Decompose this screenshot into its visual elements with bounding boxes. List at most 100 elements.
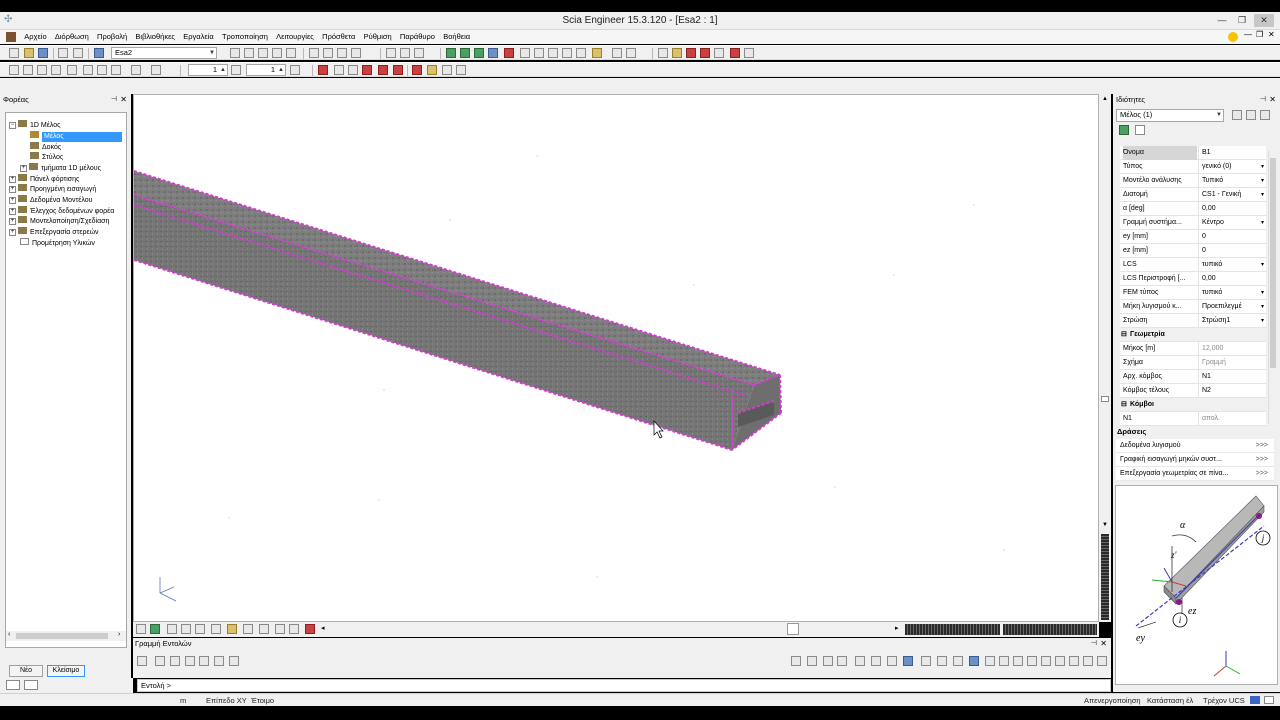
menu-edit[interactable]: Διόρθωση bbox=[52, 30, 92, 44]
scroll-up-icon[interactable]: ▲ bbox=[1102, 96, 1108, 102]
cmd-close-icon[interactable]: ✕ bbox=[1100, 638, 1107, 650]
filter-6-icon[interactable] bbox=[393, 65, 403, 75]
property-group[interactable]: Γεωμετρία ⊟ bbox=[1120, 328, 1266, 342]
property-value[interactable]: 12,000 bbox=[1198, 342, 1264, 356]
action-buckling-data[interactable]: Δεδομένα λυγισμού >>> bbox=[1116, 439, 1274, 453]
cmd-2-icon[interactable] bbox=[155, 656, 165, 666]
snap-10-icon[interactable] bbox=[937, 656, 947, 666]
spin-field-1[interactable]: 1 ▲ bbox=[188, 64, 228, 76]
property-value[interactable]: B1 bbox=[1198, 146, 1264, 160]
property-row[interactable]: Τύπος γενικό (0) ▾ bbox=[1120, 160, 1266, 174]
mdi-minimize-button[interactable]: — bbox=[1244, 30, 1252, 39]
view-3-icon[interactable] bbox=[37, 65, 47, 75]
report-icon[interactable] bbox=[337, 48, 347, 58]
filter-icon[interactable] bbox=[1232, 110, 1242, 120]
select-by-icon[interactable] bbox=[400, 48, 410, 58]
tree-node-beam[interactable]: Δοκός bbox=[30, 142, 61, 152]
snap-20-icon[interactable] bbox=[1083, 656, 1093, 666]
result-3-icon[interactable] bbox=[442, 65, 452, 75]
member-type-icon[interactable] bbox=[1119, 125, 1129, 135]
vt-6-icon[interactable] bbox=[211, 624, 221, 634]
pan-icon[interactable] bbox=[592, 48, 602, 58]
view-11-icon[interactable] bbox=[290, 65, 300, 75]
layout-4-icon[interactable] bbox=[700, 48, 710, 58]
vt-8-icon[interactable] bbox=[243, 624, 253, 634]
props-close-icon[interactable]: ✕ bbox=[1269, 94, 1276, 106]
tree-node-advanced-input[interactable]: + Προηγμένη εισαγωγή bbox=[9, 184, 96, 194]
filter-1-icon[interactable] bbox=[318, 65, 328, 75]
mdi-restore-button[interactable]: ❐ bbox=[1256, 30, 1263, 39]
view-icon[interactable] bbox=[612, 48, 622, 58]
menu-tools[interactable]: Εργαλεία bbox=[180, 30, 216, 44]
speed-slider-2[interactable] bbox=[1003, 624, 1097, 635]
calc-1-icon[interactable] bbox=[446, 48, 456, 58]
hscroll-right-icon[interactable]: ▸ bbox=[895, 624, 899, 632]
zoom-sel-icon[interactable] bbox=[576, 48, 586, 58]
calc-3-icon[interactable] bbox=[474, 48, 484, 58]
model-viewport[interactable] bbox=[133, 94, 1099, 622]
menu-libraries[interactable]: Βιβλιοθήκες bbox=[132, 30, 178, 44]
property-value[interactable]: 0,00 bbox=[1198, 202, 1264, 216]
tree-node-model-data[interactable]: + Δεδομένα Μοντέλου bbox=[9, 195, 92, 205]
view-7-icon[interactable] bbox=[97, 65, 107, 75]
edit-icon[interactable] bbox=[1260, 110, 1270, 120]
close-window-button[interactable]: ✕ bbox=[1254, 14, 1274, 27]
dropdown-arrow-icon[interactable]: ▾ bbox=[1261, 188, 1264, 202]
menu-modify[interactable]: Τροποποίηση bbox=[219, 30, 271, 44]
vt-4-icon[interactable] bbox=[181, 624, 191, 634]
layout-7-icon[interactable] bbox=[744, 48, 754, 58]
vt-arrow-icon[interactable]: ◂ bbox=[321, 624, 325, 632]
vt-9-icon[interactable] bbox=[259, 624, 269, 634]
status-plane[interactable]: Επίπεδο XY bbox=[206, 695, 247, 706]
snap-4-icon[interactable] bbox=[837, 656, 847, 666]
property-row[interactable]: Μοντέλο ανάλυσης Τυπικό ▾ bbox=[1120, 174, 1266, 188]
menu-help[interactable]: Βοήθεια bbox=[440, 30, 473, 44]
vt-7-icon[interactable] bbox=[227, 624, 237, 634]
property-value[interactable]: CS1 - Γενική bbox=[1198, 188, 1264, 202]
zoom-in-icon[interactable] bbox=[520, 48, 530, 58]
model-3d-view[interactable] bbox=[133, 95, 1098, 621]
property-row[interactable]: α [deg] 0,00 bbox=[1120, 202, 1266, 216]
tool-3-icon[interactable] bbox=[258, 48, 268, 58]
property-value[interactable]: 0 bbox=[1198, 244, 1264, 258]
collapse-icon[interactable]: ⊟ bbox=[1121, 398, 1127, 412]
property-row[interactable]: Όνομα B1 bbox=[1120, 146, 1266, 160]
menu-functions[interactable]: Λειτουργίες bbox=[273, 30, 317, 44]
view-1-icon[interactable] bbox=[9, 65, 19, 75]
cmd-pin-icon[interactable]: ⊣ bbox=[1091, 638, 1097, 650]
layout-2-icon[interactable] bbox=[672, 48, 682, 58]
snap-16-icon[interactable] bbox=[1027, 656, 1037, 666]
new-file-icon[interactable] bbox=[9, 48, 19, 58]
property-row[interactable]: LCS τυπικό ▾ bbox=[1120, 258, 1266, 272]
tool-1-icon[interactable] bbox=[230, 48, 240, 58]
property-value[interactable]: Γραμμή bbox=[1198, 356, 1264, 370]
scroll-down-icon[interactable]: ▼ bbox=[1102, 522, 1108, 528]
vt-3-icon[interactable] bbox=[167, 624, 177, 634]
dropdown-arrow-icon[interactable]: ▾ bbox=[1261, 258, 1264, 272]
undo-icon[interactable] bbox=[58, 48, 68, 58]
status-snap[interactable]: Απενεργοποίηση bbox=[1084, 695, 1141, 706]
dropdown-arrow-icon[interactable]: ▾ bbox=[1261, 286, 1264, 300]
mdi-close-button[interactable]: ✕ bbox=[1268, 30, 1275, 39]
snap-21-icon[interactable] bbox=[1097, 656, 1107, 666]
viewport-vscrollbar[interactable]: ▲ ▼ bbox=[1099, 94, 1111, 622]
menu-file[interactable]: Αρχείο bbox=[21, 30, 49, 44]
tool-5-icon[interactable] bbox=[286, 48, 296, 58]
status-white-icon[interactable] bbox=[1264, 696, 1274, 704]
dropdown-arrow-icon[interactable]: ▾ bbox=[1261, 174, 1264, 188]
snap-13-icon[interactable] bbox=[985, 656, 995, 666]
open-file-icon[interactable] bbox=[24, 48, 34, 58]
tab-layers-icon[interactable] bbox=[24, 680, 38, 690]
cmd-3-icon[interactable] bbox=[170, 656, 180, 666]
property-value[interactable]: Κέντρο bbox=[1198, 216, 1264, 230]
speed-slider-1[interactable] bbox=[905, 624, 1000, 635]
collapse-icon[interactable]: ⊟ bbox=[1121, 328, 1127, 342]
cmd-1-icon[interactable] bbox=[137, 656, 147, 666]
tree-node-modelling[interactable]: + Μοντελοποίηση/Σχεδίαση bbox=[9, 216, 127, 226]
result-4-icon[interactable] bbox=[456, 65, 466, 75]
property-row[interactable]: Αρχ. κόμβος N1 bbox=[1120, 370, 1266, 384]
snap-18-icon[interactable] bbox=[1055, 656, 1065, 666]
property-group[interactable]: Κόμβοι ⊟ bbox=[1120, 398, 1266, 412]
property-row[interactable]: ez [mm] 0 bbox=[1120, 244, 1266, 258]
property-row[interactable]: Σχήμα Γραμμή bbox=[1120, 356, 1266, 370]
